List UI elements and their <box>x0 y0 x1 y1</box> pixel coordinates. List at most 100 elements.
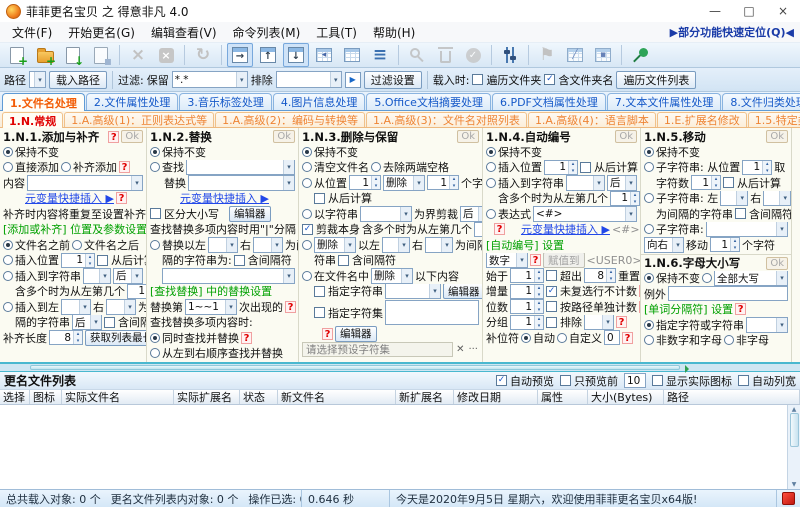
chevron-down-icon[interactable]: ▾ <box>271 237 282 252</box>
combo-box[interactable]: ▾ <box>186 159 295 175</box>
radio-option[interactable]: 保持不变 <box>486 144 542 160</box>
radio-option[interactable]: 插入到字符串 <box>3 268 81 284</box>
column-header-9[interactable]: 属性 <box>538 390 588 404</box>
checkbox[interactable]: 从后计算 <box>580 160 638 176</box>
chevron-down-icon[interactable]: ▾ <box>776 271 787 286</box>
checkbox[interactable]: 含间隔符 <box>104 315 146 331</box>
spin-down-icon[interactable]: ▾ <box>763 168 771 175</box>
combo-box[interactable]: ▾ <box>61 299 91 315</box>
checkbox[interactable]: 含间隔符 <box>735 206 791 222</box>
main-tab-5[interactable]: 5.Office文档摘要处理 <box>366 93 491 110</box>
spinner[interactable]: 1▴▾ <box>710 237 740 253</box>
spin-up-icon[interactable]: ▴ <box>631 192 639 199</box>
spin-down-icon[interactable]: ▾ <box>74 338 82 345</box>
combo-box[interactable]: 后▾ <box>607 175 637 191</box>
scroll-up-icon[interactable]: ▲ <box>792 406 797 413</box>
clear-icon[interactable]: ✕ <box>455 344 465 355</box>
minimize-button[interactable]: — <box>698 0 732 22</box>
chevron-down-icon[interactable]: ▾ <box>398 237 409 252</box>
scrollbar-thumb[interactable] <box>30 365 689 373</box>
spinner[interactable]: 8 ▴ ▾ <box>584 268 616 284</box>
checkbox[interactable]: 区分大小写 <box>150 206 219 222</box>
chevron-down-icon[interactable]: ▾ <box>672 237 683 252</box>
column-header-7[interactable]: 新扩展名 <box>396 390 454 404</box>
radio-option[interactable]: 从左到右顺序查找并替换 <box>150 346 283 362</box>
main-tab-1[interactable]: 1.文件名处理 <box>2 93 85 111</box>
sub-tab-6[interactable]: 1.E.扩展名修改 <box>656 112 747 127</box>
menu-item-6[interactable]: 帮助(H) <box>365 24 423 41</box>
move-down-icon[interactable]: ↓ <box>283 43 309 67</box>
radio-option[interactable]: 插入到字符串 <box>486 175 564 191</box>
ok-button[interactable]: Ok <box>766 256 788 270</box>
checkbox[interactable]: 按路径单独计数 <box>546 299 637 315</box>
combo-box[interactable]: ▾ <box>566 175 605 191</box>
filter-adjust-icon[interactable] <box>497 43 523 67</box>
combo-box[interactable]: ▾ <box>763 190 791 206</box>
chevron-down-icon[interactable]: ▾ <box>401 268 412 283</box>
spinner[interactable]: 1▴▾ <box>510 314 544 330</box>
radio-option[interactable]: 清空文件名 <box>302 160 369 176</box>
spin-up-icon[interactable]: ▴ <box>535 285 543 292</box>
combo-box[interactable]: ▾ <box>253 237 283 253</box>
main-tab-3[interactable]: 3.音乐标签处理 <box>179 93 272 110</box>
radio-option[interactable]: 保持不变 <box>302 144 358 160</box>
combo-box[interactable]: ▾ <box>705 221 788 237</box>
ok-button[interactable]: Ok <box>273 130 295 143</box>
vertical-scrollbar[interactable]: ▲ ▼ <box>787 405 800 489</box>
spin-up-icon[interactable]: ▴ <box>763 161 771 168</box>
include-folder-name-checkbox[interactable]: 含文件夹名 <box>544 72 613 88</box>
move-up-icon[interactable]: ↑ <box>255 43 281 67</box>
button[interactable]: 编辑器 <box>229 206 271 222</box>
chevron-down-icon[interactable]: ▾ <box>34 72 45 87</box>
radio-option[interactable]: 保持不变 <box>150 144 206 160</box>
ok-button[interactable]: Ok <box>615 130 637 143</box>
spin-up-icon[interactable]: ▴ <box>372 176 380 183</box>
chevron-down-icon[interactable]: ▾ <box>225 299 236 314</box>
save-grid-icon[interactable]: ▪ <box>590 43 616 67</box>
spinner[interactable]: 1▴▾ <box>427 175 459 191</box>
checkbox[interactable]: 从后计算 <box>97 253 146 269</box>
help-icon[interactable]: ? <box>322 327 333 340</box>
preview-first-checkbox[interactable]: 只预览前 <box>560 373 618 389</box>
menu-item-3[interactable]: 编辑查看(V) <box>143 24 225 41</box>
combo-box[interactable]: 删除 ▾ <box>314 237 356 253</box>
apply-filter-button[interactable]: ▶ <box>344 71 361 88</box>
radio-option[interactable]: 插入到左 <box>3 299 59 315</box>
spinner[interactable]: 1▴▾ <box>474 221 482 237</box>
radio-option[interactable]: 保持不变 <box>3 144 59 160</box>
checkbox[interactable]: 从后计算 <box>723 175 781 191</box>
auto-col-width-checkbox[interactable]: 自动列宽 <box>738 373 796 389</box>
chevron-down-icon[interactable]: ▾ <box>602 315 613 330</box>
ok-button[interactable]: Ok <box>766 130 788 143</box>
save-list-icon[interactable]: ▪ <box>88 43 114 67</box>
chevron-down-icon[interactable]: ▾ <box>625 175 636 190</box>
radio-option[interactable]: 表达式 <box>486 206 531 222</box>
refresh-icon[interactable]: ↻ <box>190 43 216 67</box>
keep-filter-combo[interactable]: *.* ▾ <box>171 71 248 88</box>
chevron-down-icon[interactable]: ▾ <box>776 222 787 237</box>
help-icon[interactable]: ? <box>622 331 633 344</box>
radio-option[interactable]: 去除两端空格 <box>371 160 449 176</box>
spin-up-icon[interactable]: ▴ <box>569 161 577 168</box>
chevron-down-icon[interactable]: ▾ <box>283 160 294 175</box>
help-icon[interactable]: ? <box>616 316 627 329</box>
main-tab-8[interactable]: 8.文件归类处理 <box>722 93 800 110</box>
main-tab-2[interactable]: 2.文件属性处理 <box>85 93 179 110</box>
search-icon[interactable] <box>404 43 430 67</box>
combo-box[interactable]: 向右 ▾ <box>644 237 684 253</box>
chevron-down-icon[interactable]: ▾ <box>329 72 341 87</box>
help-icon[interactable]: ? <box>494 223 505 236</box>
maximize-button[interactable]: □ <box>732 0 766 22</box>
sub-tab-1[interactable]: 1.N.常规 <box>2 112 64 128</box>
file-list-body[interactable]: ▲ ▼ <box>0 405 800 489</box>
traverse-folders-checkbox[interactable]: 遍历文件夹 <box>472 72 541 88</box>
sub-tab-3[interactable]: 1.A.高级(2)：编码与转换等 <box>215 112 366 127</box>
radio-option[interactable]: 同时查找并替换 <box>150 330 239 346</box>
scroll-down-icon[interactable]: ▼ <box>792 481 797 488</box>
text-input[interactable] <box>668 286 788 302</box>
chevron-down-icon[interactable]: ▾ <box>90 315 101 330</box>
flag-icon[interactable]: ⚑ <box>534 43 560 67</box>
radio-option[interactable]: 查找 <box>150 160 184 176</box>
spinner[interactable]: 1▴▾ <box>742 159 773 175</box>
remove-item-icon[interactable]: × <box>125 43 151 67</box>
